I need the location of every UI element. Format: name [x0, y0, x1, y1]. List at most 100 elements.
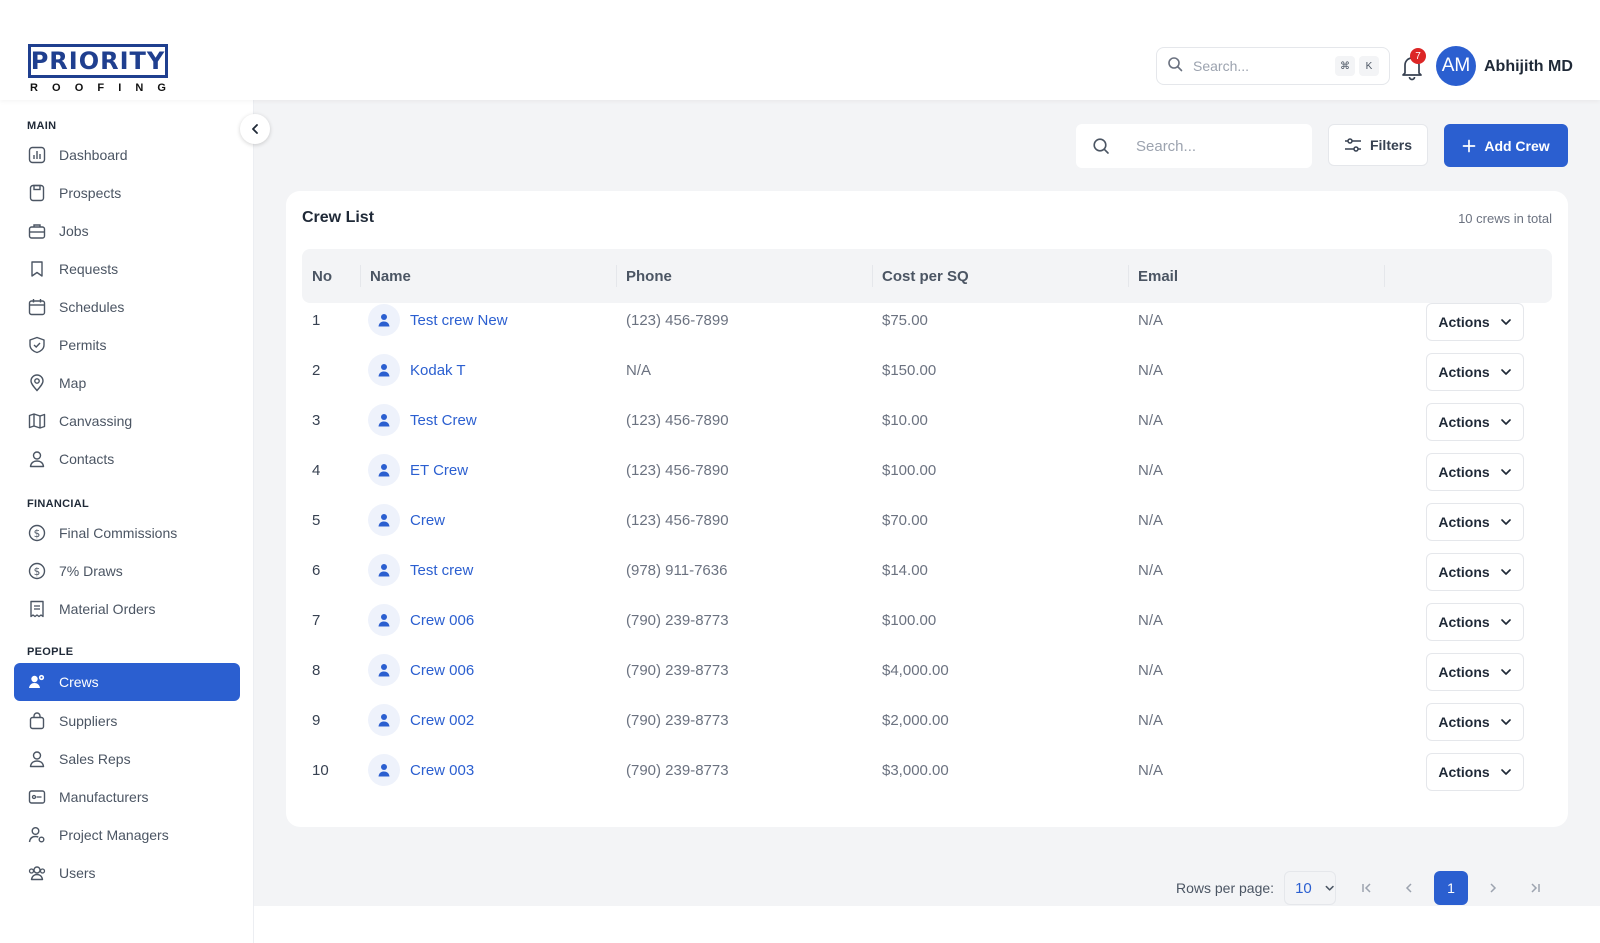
- table-row: 10 Crew 003 (790) 239-8773 $3,000.00 N/A Acti…: [302, 745, 1552, 795]
- user-gear-icon: [28, 827, 45, 843]
- crews-icon: [29, 674, 45, 688]
- actions-dropdown-button[interactable]: Actions: [1426, 303, 1524, 341]
- sidebar-item-draws[interactable]: $ 7% Draws: [14, 552, 240, 590]
- bookmark-icon: [31, 261, 43, 277]
- sidebar-item-label: Dashboard: [59, 147, 128, 163]
- row-number: 6: [312, 561, 321, 579]
- chevron-down-icon: [1500, 669, 1511, 675]
- global-search-input[interactable]: Search... ⌘ K: [1156, 47, 1390, 85]
- sidebar-item-prospects[interactable]: Prospects: [14, 174, 240, 212]
- actions-dropdown-button[interactable]: Actions: [1426, 603, 1524, 641]
- page-button-current[interactable]: 1: [1434, 871, 1469, 905]
- sidebar-item-requests[interactable]: Requests: [14, 250, 240, 288]
- sidebar-section-people: PEOPLE: [27, 646, 74, 658]
- crew-name-link[interactable]: Crew 006: [410, 612, 474, 629]
- actions-label: Actions: [1438, 414, 1490, 430]
- column-divider: [360, 265, 361, 287]
- crew-name-link[interactable]: Test Crew: [410, 412, 477, 429]
- person-icon: [368, 454, 400, 486]
- row-number: 8: [312, 661, 321, 679]
- crew-search-input[interactable]: Search...: [1076, 124, 1312, 168]
- add-crew-button[interactable]: Add Crew: [1444, 124, 1568, 167]
- phone-cell: (123) 456-7890: [626, 461, 729, 479]
- actions-dropdown-button[interactable]: Actions: [1426, 753, 1524, 791]
- user-name[interactable]: Abhijith MD: [1484, 58, 1573, 76]
- crew-name-link[interactable]: Crew 002: [410, 712, 474, 729]
- table-row: 6 Test crew (978) 911-7636 $14.00 N/A Actions: [302, 545, 1552, 595]
- sidebar-item-jobs[interactable]: Jobs: [14, 212, 240, 250]
- factory-icon: [28, 790, 46, 804]
- users-icon: [28, 866, 46, 881]
- person-icon: [368, 504, 400, 536]
- sidebar-item-crews[interactable]: Crews: [14, 663, 240, 701]
- logo-letter: F: [97, 82, 105, 94]
- sidebar-item-map[interactable]: Map: [14, 364, 240, 402]
- avatar[interactable]: AM: [1436, 46, 1476, 86]
- sidebar-item-canvassing[interactable]: Canvassing: [14, 402, 240, 440]
- dashboard-icon: [28, 146, 46, 164]
- actions-dropdown-button[interactable]: Actions: [1426, 653, 1524, 691]
- rows-per-page-select[interactable]: 10: [1284, 871, 1337, 905]
- column-divider: [1384, 265, 1385, 287]
- sidebar-item-dashboard[interactable]: Dashboard: [14, 136, 240, 174]
- first-page-button[interactable]: [1350, 871, 1384, 905]
- last-page-icon: [1531, 883, 1540, 893]
- crew-name-link[interactable]: ET Crew: [410, 462, 468, 479]
- row-number: 5: [312, 511, 321, 529]
- chevron-down-icon: [1500, 469, 1511, 475]
- actions-dropdown-button[interactable]: Actions: [1426, 453, 1524, 491]
- crew-name-cell: Test Crew: [368, 395, 477, 445]
- crew-name-link[interactable]: Test crew: [410, 562, 473, 579]
- crew-name-cell: Crew 006: [368, 645, 474, 695]
- crew-name-link[interactable]: Test crew New: [410, 312, 508, 329]
- filters-button[interactable]: Filters: [1328, 124, 1428, 166]
- user-icon: [29, 451, 45, 468]
- brand-logo[interactable]: PRIORITY R O O F I N G: [28, 44, 168, 96]
- next-page-button[interactable]: [1476, 871, 1510, 905]
- collapse-sidebar-button[interactable]: [240, 114, 270, 144]
- crew-name-link[interactable]: Crew: [410, 512, 445, 529]
- sidebar-item-contacts[interactable]: Contacts: [14, 440, 240, 478]
- person-icon: [368, 704, 400, 736]
- sidebar-item-final-commissions[interactable]: $ Final Commissions: [14, 514, 240, 552]
- actions-dropdown-button[interactable]: Actions: [1426, 703, 1524, 741]
- actions-dropdown-button[interactable]: Actions: [1426, 353, 1524, 391]
- crew-name-cell: Test crew: [368, 545, 473, 595]
- crew-name-link[interactable]: Crew 006: [410, 662, 474, 679]
- crew-name-link[interactable]: Kodak T: [410, 362, 466, 379]
- sidebar-item-users[interactable]: Users: [14, 854, 240, 892]
- table-row: 1 Test crew New (123) 456-7899 $75.00 N/A Act…: [302, 295, 1552, 345]
- sidebar-item-sales-reps[interactable]: Sales Reps: [14, 740, 240, 778]
- sidebar-item-label: Contacts: [59, 451, 115, 467]
- cost-cell: $70.00: [882, 511, 928, 529]
- plus-icon: [1462, 139, 1476, 152]
- prev-page-button[interactable]: [1392, 871, 1426, 905]
- sidebar-item-project-managers[interactable]: Project Managers: [14, 816, 240, 854]
- sidebar-item-label: Sales Reps: [59, 751, 131, 767]
- crew-name-link[interactable]: Crew 003: [410, 762, 474, 779]
- chevron-down-icon: [1500, 569, 1511, 575]
- row-number: 2: [312, 361, 321, 379]
- svg-text:$: $: [34, 566, 41, 578]
- last-page-button[interactable]: [1518, 871, 1552, 905]
- sidebar-item-schedules[interactable]: Schedules: [14, 288, 240, 326]
- top-header: PRIORITY R O O F I N G Search... ⌘ K 7 A…: [0, 0, 1600, 100]
- email-cell: N/A: [1138, 361, 1164, 379]
- logo-wordmark: PRIORITY: [30, 47, 166, 75]
- sidebar-item-permits[interactable]: Permits: [14, 326, 240, 364]
- sidebar-item-manufacturers[interactable]: Manufacturers: [14, 778, 240, 816]
- actions-dropdown-button[interactable]: Actions: [1426, 553, 1524, 591]
- shield-icon: [29, 336, 45, 354]
- crew-name-cell: Kodak T: [368, 345, 466, 395]
- actions-dropdown-button[interactable]: Actions: [1426, 503, 1524, 541]
- sidebar-item-material-orders[interactable]: Material Orders: [14, 590, 240, 628]
- sidebar-item-suppliers[interactable]: Suppliers: [14, 702, 240, 740]
- phone-cell: (123) 456-7899: [626, 311, 729, 329]
- sidebar-section-main: MAIN: [27, 120, 57, 132]
- chevron-left-icon: [1406, 883, 1412, 893]
- email-cell: N/A: [1138, 511, 1164, 529]
- actions-dropdown-button[interactable]: Actions: [1426, 403, 1524, 441]
- actions-label: Actions: [1438, 714, 1490, 730]
- chevron-down-icon: [1500, 369, 1511, 375]
- phone-cell: (790) 239-8773: [626, 711, 729, 729]
